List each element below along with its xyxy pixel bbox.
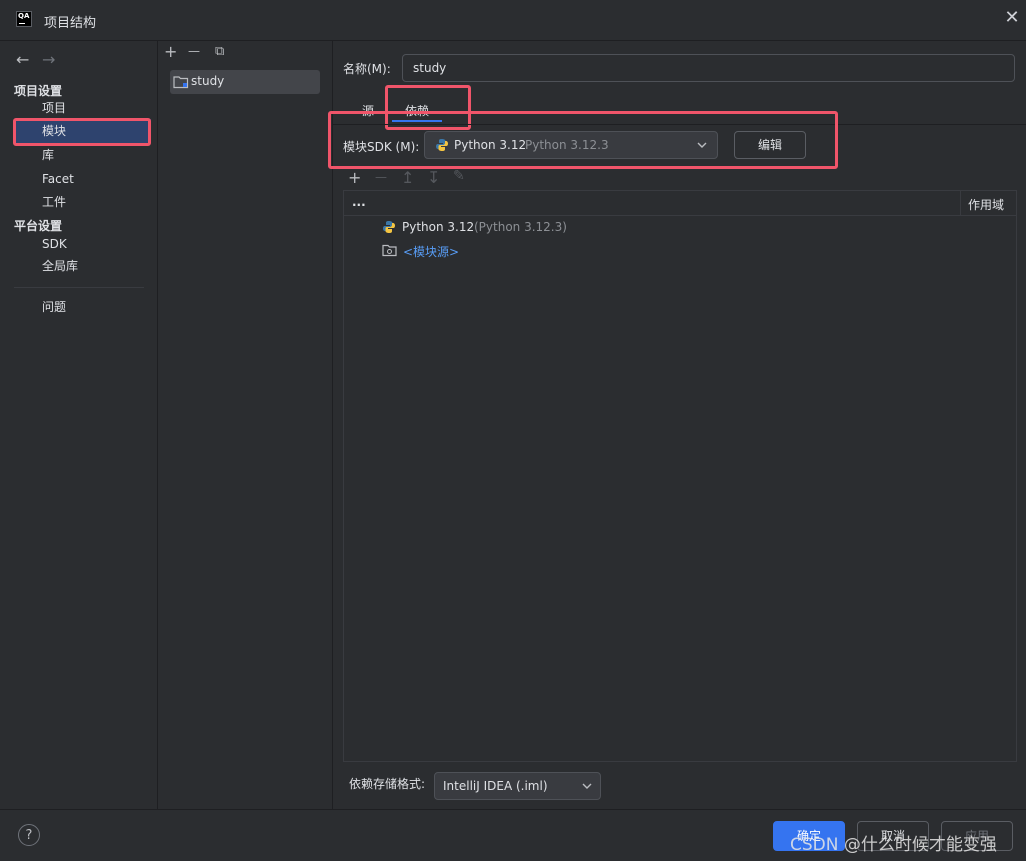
move-up-icon[interactable]: ↥	[401, 168, 414, 187]
module-source-folder-icon	[382, 244, 397, 257]
nav-item-libraries[interactable]: 库	[14, 143, 151, 167]
remove-module-icon[interactable]: —	[188, 44, 200, 58]
add-module-icon[interactable]: +	[164, 42, 177, 61]
nav-item-global-libraries[interactable]: 全局库	[14, 254, 151, 278]
table-header: ... 作用域	[344, 191, 1016, 216]
module-source-link[interactable]: <模块源>	[403, 243, 459, 260]
nav-item-facet[interactable]: Facet	[14, 167, 151, 191]
storage-format-dropdown[interactable]: IntelliJ IDEA (.iml)	[434, 772, 601, 800]
footer-divider	[0, 809, 1026, 810]
watermark-text: CSDN @什么时候才能变强	[790, 835, 997, 855]
nav-item-sdk[interactable]: SDK	[14, 232, 151, 256]
table-row[interactable]: <模块源>	[382, 242, 682, 262]
dependency-name: Python 3.12	[402, 220, 475, 234]
window-title: 项目结构	[44, 16, 97, 31]
dependency-detail: (Python 3.12.3)	[474, 220, 567, 234]
app-icon: QA	[16, 11, 32, 27]
nav-item-artifacts[interactable]: 工件	[14, 190, 151, 214]
title-bar: QA 项目结构 ✕	[0, 0, 1026, 41]
column-header-scope[interactable]: 作用域	[968, 196, 1004, 213]
column-divider	[960, 191, 961, 215]
dependencies-table	[343, 190, 1017, 762]
chevron-down-icon	[582, 783, 592, 789]
dependencies-toolbar: + — ↥ ↧ ✎	[343, 168, 1017, 190]
modules-pane	[158, 41, 333, 809]
forward-arrow-icon[interactable]: →	[42, 50, 55, 69]
remove-dependency-icon[interactable]: —	[375, 170, 387, 184]
module-name-value: study	[413, 61, 447, 75]
name-label: 名称(M):	[343, 62, 391, 76]
nav-separator	[14, 287, 144, 288]
nav-item-project[interactable]: 项目	[14, 96, 151, 120]
copy-module-icon[interactable]: ⧉	[215, 44, 224, 59]
column-header-name: ...	[352, 195, 366, 209]
edit-dependency-icon[interactable]: ✎	[453, 168, 465, 184]
module-name: study	[191, 74, 225, 88]
close-icon[interactable]: ✕	[1002, 8, 1022, 28]
module-folder-icon	[173, 76, 189, 89]
highlight-box-module-sdk	[328, 111, 838, 169]
move-down-icon[interactable]: ↧	[427, 168, 440, 187]
nav-item-problems[interactable]: 问题	[14, 295, 151, 319]
back-arrow-icon[interactable]: ←	[16, 50, 29, 69]
highlight-box-modules	[13, 118, 151, 146]
add-dependency-icon[interactable]: +	[348, 168, 361, 187]
module-list-item[interactable]: study	[170, 70, 320, 94]
table-row[interactable]: Python 3.12 (Python 3.12.3)	[382, 219, 682, 239]
help-icon[interactable]: ?	[18, 824, 40, 846]
module-name-field[interactable]: study	[402, 54, 1015, 82]
storage-format-label: 依赖存储格式:	[349, 777, 426, 791]
python-icon	[383, 221, 395, 233]
storage-format-value: IntelliJ IDEA (.iml)	[443, 779, 548, 793]
